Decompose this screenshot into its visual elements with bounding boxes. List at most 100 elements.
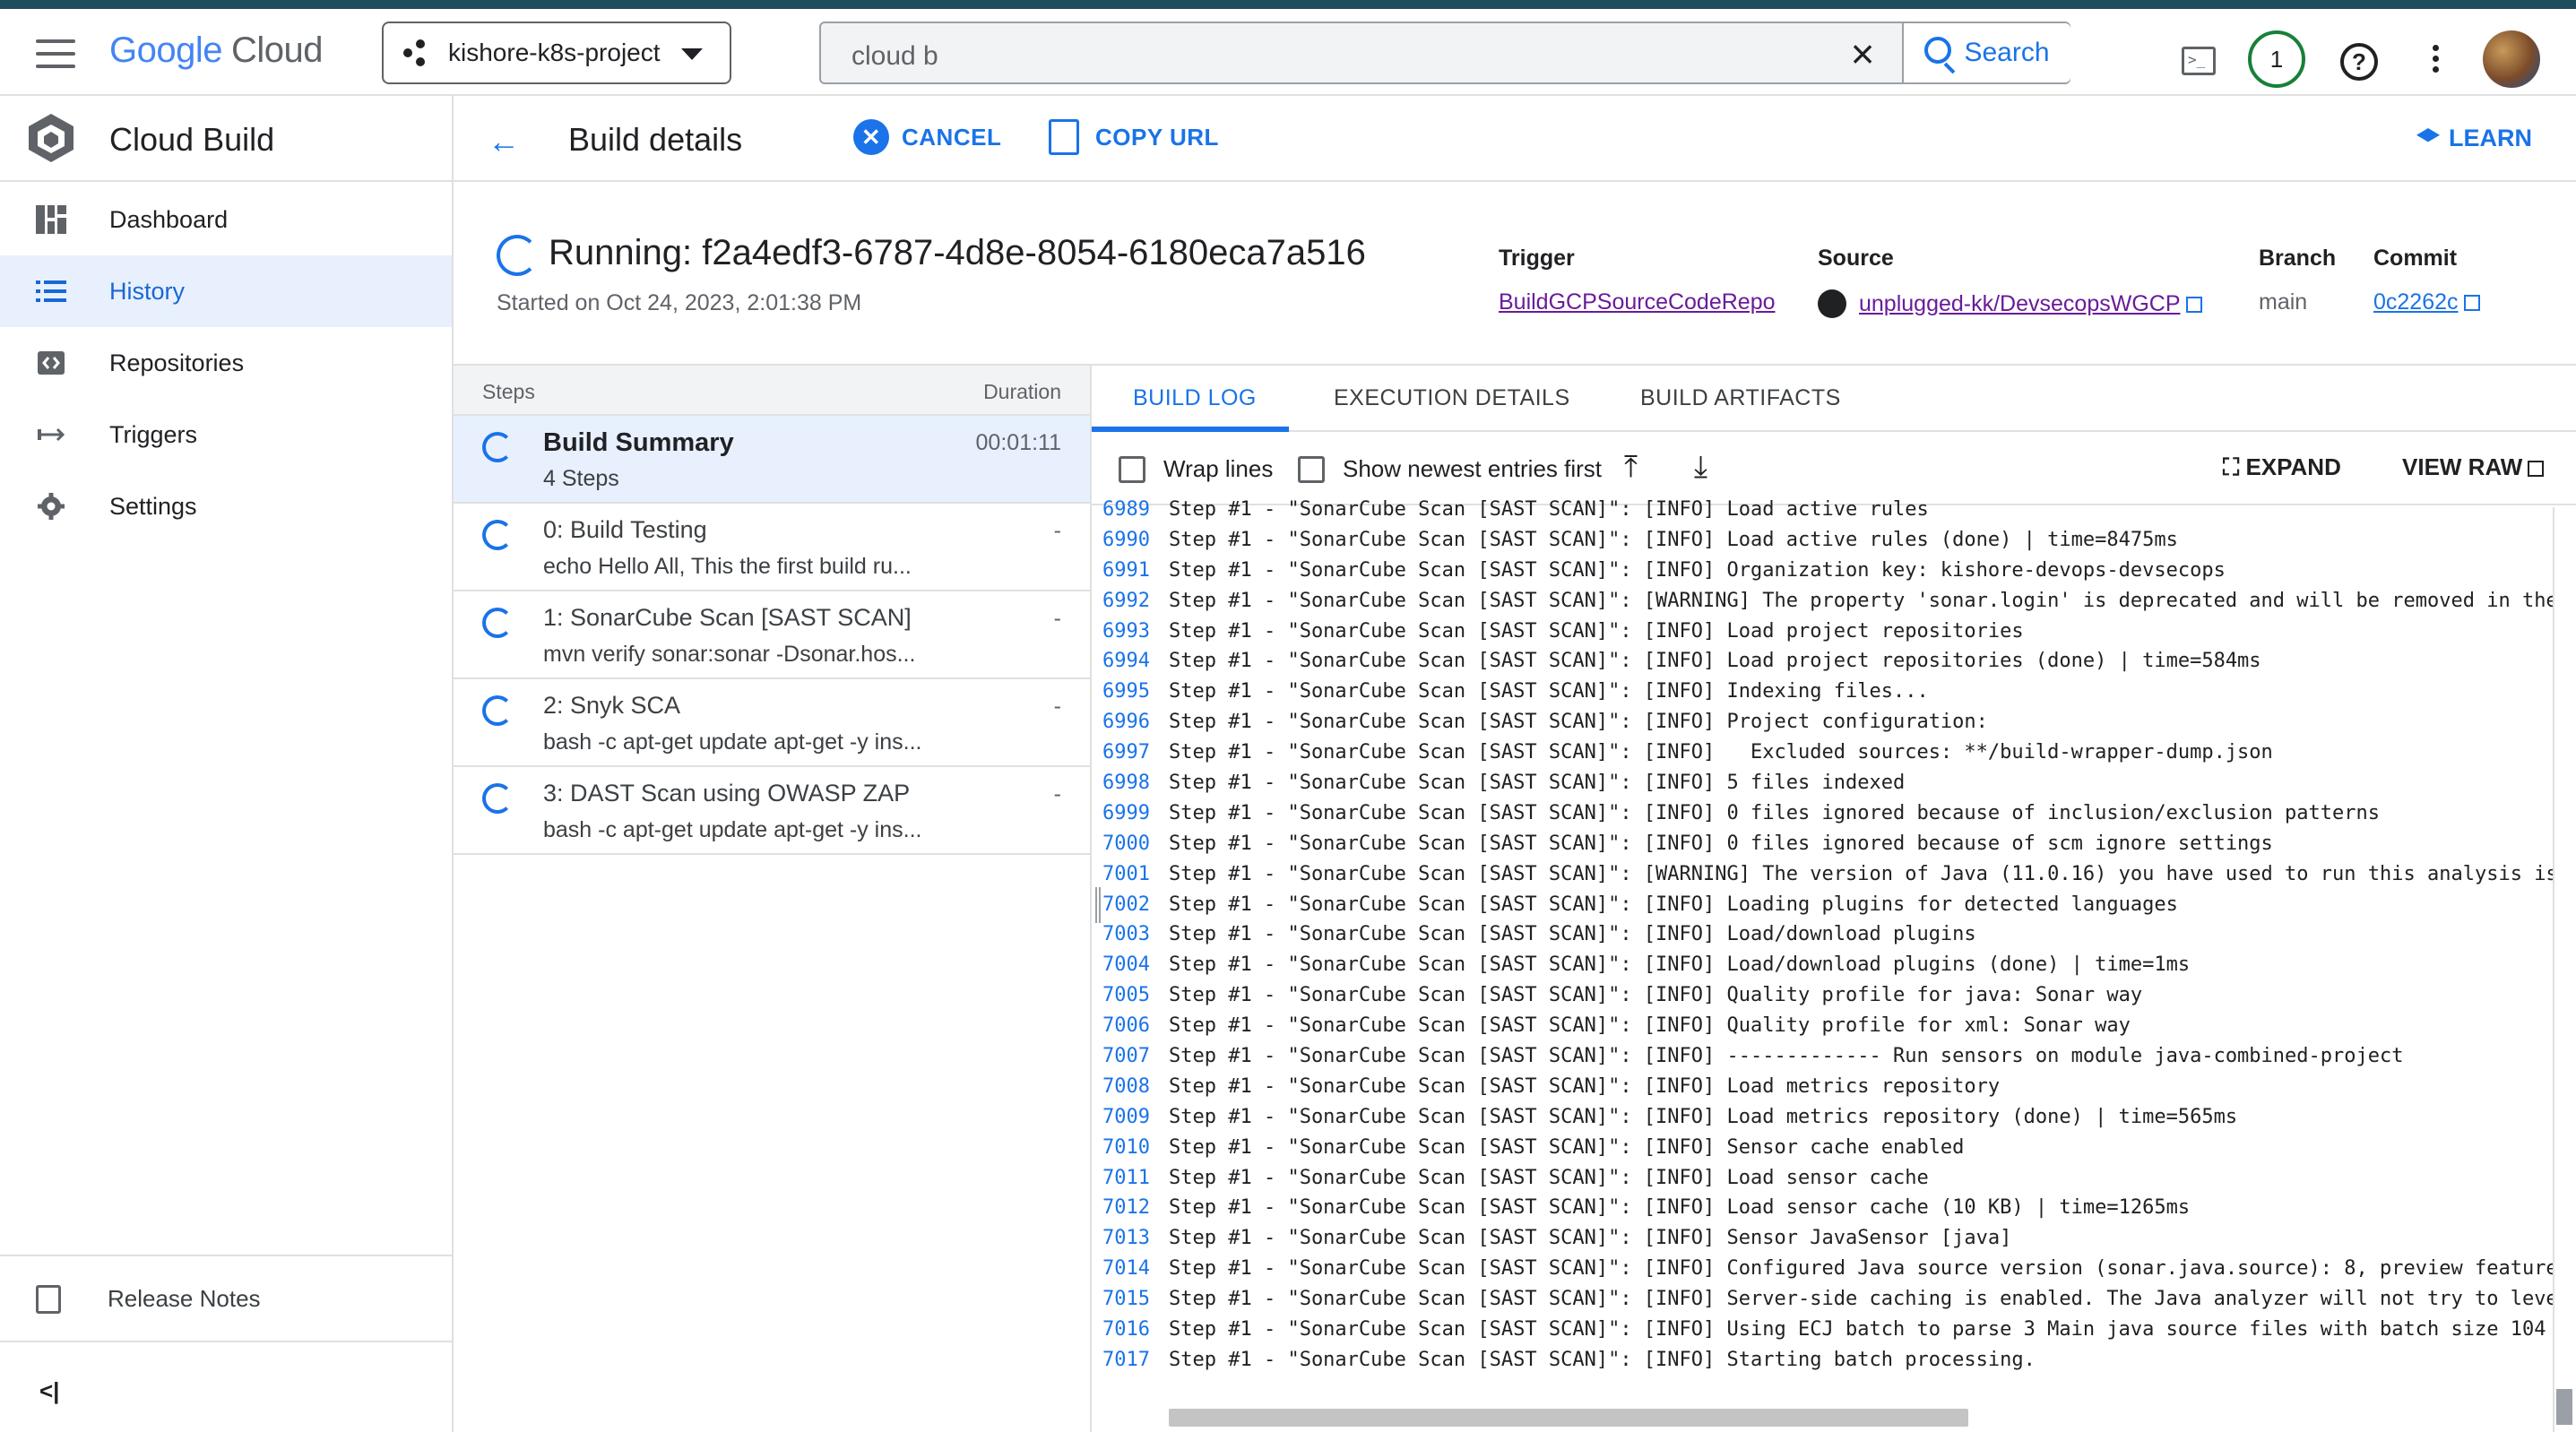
back-arrow-icon[interactable]: ← (488, 123, 520, 160)
log-line-number[interactable]: 6994 (1092, 646, 1151, 677)
log-line-number[interactable]: 6990 (1092, 525, 1151, 556)
steps-column-header: Steps (482, 380, 535, 403)
source-link[interactable]: unplugged-kk/DevsecopsWGCP (1859, 291, 2181, 316)
sidebar-item-history[interactable]: History (0, 255, 452, 327)
log-line-number[interactable]: 7000 (1092, 829, 1151, 859)
github-icon (1818, 289, 1846, 318)
trigger-link[interactable]: BuildGCPSourceCodeRepo (1499, 289, 1776, 315)
learn-button[interactable]: LEARN (2416, 125, 2532, 152)
dashboard-icon (36, 205, 66, 234)
log-line-number[interactable]: 7003 (1092, 919, 1151, 950)
wrap-lines-checkbox[interactable]: Wrap lines (1119, 455, 1273, 483)
google-cloud-logo[interactable]: Google Cloud (109, 30, 324, 71)
release-notes-link[interactable]: Release Notes (0, 1255, 452, 1342)
avatar[interactable] (2483, 30, 2540, 88)
log-line-number[interactable]: 7014 (1092, 1254, 1151, 1284)
expand-button[interactable]: ⛶ EXPAND (2223, 453, 2341, 482)
release-notes-icon (36, 1285, 61, 1314)
sidebar-item-triggers[interactable]: Triggers (0, 399, 452, 470)
step-0[interactable]: 0: Build Testing echo Hello All, This th… (454, 504, 1090, 591)
log-line-number[interactable]: 6997 (1092, 738, 1151, 768)
scroll-to-bottom-icon[interactable]: ⤓ (1694, 450, 1707, 485)
log-line-number[interactable]: 7011 (1092, 1163, 1151, 1194)
copy-url-button[interactable]: COPY URL (1049, 119, 1219, 155)
log-line-number[interactable]: 7017 (1092, 1345, 1151, 1376)
expand-icon: ⛶ (2223, 453, 2246, 480)
log-line-number[interactable]: 7015 (1092, 1284, 1151, 1315)
source-info: Source unplugged-kk/DevsecopsWGCP (1818, 246, 2202, 318)
project-icon (403, 39, 430, 66)
cloud-shell-icon[interactable]: >_ (2182, 47, 2216, 75)
top-accent-stripe (0, 0, 2576, 9)
log-line-number[interactable]: 7007 (1092, 1041, 1151, 1072)
log-line: 7002 Step #1 - "SonarCube Scan [SAST SCAN… (1092, 890, 2554, 920)
more-options-icon[interactable] (2433, 45, 2440, 75)
log-line-number[interactable]: 6999 (1092, 798, 1151, 829)
notifications-badge[interactable]: 1 (2248, 30, 2305, 88)
step-subtitle: echo Hello All, This the first build ru.… (543, 554, 912, 579)
log-line-number[interactable]: 6995 (1092, 677, 1151, 707)
log-line-number[interactable]: 7001 (1092, 859, 1151, 890)
step-3[interactable]: 3: DAST Scan using OWASP ZAP bash -c apt… (454, 767, 1090, 855)
view-raw-button[interactable]: VIEW RAW (2402, 453, 2545, 481)
log-line-number[interactable]: 7013 (1092, 1223, 1151, 1254)
log-line: 7010 Step #1 - "SonarCube Scan [SAST SCAN… (1092, 1133, 2554, 1163)
cloud-build-logo-icon (29, 114, 73, 162)
step-2[interactable]: 2: Snyk SCA bash -c apt-get update apt-g… (454, 679, 1090, 767)
sidebar-item-dashboard[interactable]: Dashboard (0, 184, 452, 255)
step-title: Build Summary (543, 428, 734, 457)
panel-resize-handle[interactable] (1095, 887, 1101, 923)
log-line-number[interactable]: 6992 (1092, 586, 1151, 617)
log-line-number[interactable]: 7009 (1092, 1102, 1151, 1133)
running-spinner-icon (482, 608, 513, 638)
log-line-number[interactable]: 6998 (1092, 768, 1151, 798)
trigger-label: Trigger (1499, 246, 1575, 271)
log-line-number[interactable]: 7008 (1092, 1072, 1151, 1102)
tab-execution-details[interactable]: EXECUTION DETAILS (1334, 385, 1570, 411)
search-button[interactable]: Search (1902, 23, 2070, 82)
log-line-number[interactable]: 6996 (1092, 707, 1151, 738)
log-line-text: Step #1 - "SonarCube Scan [SAST SCAN]": … (1169, 528, 2178, 551)
log-line-number[interactable]: 7016 (1092, 1315, 1151, 1345)
top-bar: Google Cloud kishore-k8s-project cloud b … (0, 9, 2576, 96)
log-line-number[interactable]: 6993 (1092, 617, 1151, 647)
main-menu-icon[interactable] (36, 39, 75, 68)
log-line-number[interactable]: 7012 (1092, 1193, 1151, 1223)
log-line-number[interactable]: 7005 (1092, 980, 1151, 1011)
log-line: 7013 Step #1 - "SonarCube Scan [SAST SCAN… (1092, 1223, 2554, 1254)
clear-search-icon[interactable]: × (1843, 33, 1882, 74)
collapse-sidebar-icon[interactable]: <| (39, 1377, 59, 1405)
log-line-number[interactable]: 6991 (1092, 556, 1151, 586)
step-1[interactable]: 1: SonarCube Scan [SAST SCAN] mvn verify… (454, 591, 1090, 679)
log-line-text: Step #1 - "SonarCube Scan [SAST SCAN]": … (1169, 619, 2024, 643)
product-header: Cloud Build (0, 96, 452, 182)
log-line-number[interactable]: 7004 (1092, 950, 1151, 980)
tab-build-artifacts[interactable]: BUILD ARTIFACTS (1640, 385, 1841, 411)
cancel-button[interactable]: ✕ CANCEL (853, 119, 1001, 155)
log-line-number[interactable]: 6989 (1092, 495, 1151, 525)
sidebar-nav: Dashboard History Repositories Triggers … (0, 184, 452, 542)
tab-build-log[interactable]: BUILD LOG (1133, 385, 1257, 411)
log-line-text: Step #1 - "SonarCube Scan [SAST SCAN]": … (1169, 1074, 2001, 1098)
sidebar-item-repositories[interactable]: Repositories (0, 327, 452, 399)
step-duration: - (1053, 606, 1061, 631)
newest-first-label: Show newest entries first (1343, 455, 1603, 482)
vertical-scrollbar[interactable] (2556, 1389, 2572, 1425)
step-duration: - (1053, 518, 1061, 543)
duration-column-header: Duration (983, 380, 1061, 403)
search-input[interactable]: cloud b (851, 41, 938, 72)
log-line: 7005 Step #1 - "SonarCube Scan [SAST SCAN… (1092, 980, 2554, 1011)
expand-label: EXPAND (2245, 453, 2341, 480)
log-line-number[interactable]: 7006 (1092, 1011, 1151, 1041)
commit-link[interactable]: 0c2262c (2373, 289, 2459, 315)
log-line: 7008 Step #1 - "SonarCube Scan [SAST SCAN… (1092, 1072, 2554, 1102)
horizontal-scrollbar[interactable] (1169, 1409, 1968, 1427)
newest-first-checkbox[interactable]: Show newest entries first (1298, 455, 1602, 483)
log-line-number[interactable]: 7010 (1092, 1133, 1151, 1163)
running-spinner-icon (482, 695, 513, 726)
sidebar-item-settings[interactable]: Settings (0, 470, 452, 542)
help-icon[interactable]: ? (2340, 43, 2378, 81)
scroll-to-top-icon[interactable]: ⤒ (1624, 450, 1638, 485)
step-build-summary[interactable]: Build Summary 4 Steps 00:01:11 (454, 416, 1090, 504)
project-selector[interactable]: kishore-k8s-project (382, 22, 731, 84)
